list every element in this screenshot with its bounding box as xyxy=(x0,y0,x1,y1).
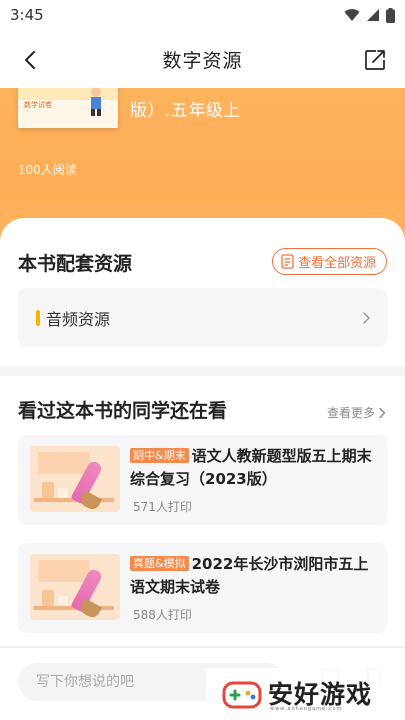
back-arrow-icon xyxy=(25,51,35,69)
thumb-jar xyxy=(42,482,54,498)
back-button[interactable] xyxy=(14,44,46,76)
thumb-jar xyxy=(58,596,68,606)
audio-marker xyxy=(36,309,40,326)
watermark: 安好游戏 www.anhaogame.com xyxy=(206,668,402,718)
item-thumbnail xyxy=(30,554,120,620)
gamepad-logo-icon xyxy=(222,681,262,709)
book-cover[interactable]: 数学试卷 xyxy=(18,88,118,128)
signal-icon xyxy=(367,9,379,21)
view-all-label: 查看全部资源 xyxy=(297,256,376,271)
recommend-item[interactable]: 期中&期末 语文人教新题型版五上期末综合复习（2023版） 571人打印 xyxy=(18,435,387,525)
thumb-jar xyxy=(58,488,68,498)
item-thumbnail xyxy=(30,446,120,512)
chevron-right-icon xyxy=(379,407,386,418)
item-print-count: 571人打印 xyxy=(133,500,192,514)
cover-illustration-icon xyxy=(91,88,101,116)
item-title-block: 真题&模拟 2022年长沙市浏阳市五上语文期末试卷 xyxy=(130,553,378,599)
recommend-section: 看过这本书的同学还在看 查看更多 期中&期末 语文人教新题型版五上期末综合复习（2… xyxy=(0,376,405,646)
thumb-board xyxy=(38,560,90,582)
share-button[interactable] xyxy=(359,44,391,76)
view-more-link[interactable]: 查看更多 xyxy=(327,404,387,421)
item-title-block: 期中&期末 语文人教新题型版五上期末综合复习（2023版） xyxy=(130,445,378,491)
brush-bristle xyxy=(77,490,103,512)
resource-item-audio[interactable]: 音频资源 xyxy=(18,288,387,347)
view-more-label: 查看更多 xyxy=(326,406,375,420)
cover-text: 数学试卷 xyxy=(24,101,52,109)
resources-card: 本书配套资源 查看全部资源 音频资源 xyxy=(0,218,405,366)
chevron-right-icon xyxy=(363,311,370,324)
resource-item-label: 音频资源 xyxy=(46,309,111,329)
view-all-resources-button[interactable]: 查看全部资源 xyxy=(271,248,387,275)
book-title: 版）.五年级上 xyxy=(130,101,241,121)
book-read-count: 100人阅读 xyxy=(18,163,77,177)
brush-bristle xyxy=(77,598,103,620)
item-tag: 期中&期末 xyxy=(130,448,189,463)
share-icon xyxy=(365,50,385,70)
resources-title: 本书配套资源 xyxy=(18,253,133,275)
recommend-item[interactable]: 真题&模拟 2022年长沙市浏阳市五上语文期末试卷 588人打印 xyxy=(18,543,387,633)
status-bar: 3:45 xyxy=(0,0,405,30)
recommend-title: 看过这本书的同学还在看 xyxy=(18,400,228,422)
status-icons xyxy=(344,7,395,23)
item-print-count: 588人打印 xyxy=(133,608,192,622)
item-tag: 真题&模拟 xyxy=(130,556,189,571)
thumb-jar xyxy=(42,590,54,606)
watermark-url: www.anhaogame.com xyxy=(270,706,343,712)
wifi-icon xyxy=(344,9,360,21)
thumb-board xyxy=(38,452,90,474)
page-title: 数字资源 xyxy=(162,49,243,72)
status-time: 3:45 xyxy=(10,6,44,24)
battery-icon xyxy=(386,7,395,23)
document-icon xyxy=(281,254,294,269)
navbar: 数字资源 xyxy=(0,30,405,88)
